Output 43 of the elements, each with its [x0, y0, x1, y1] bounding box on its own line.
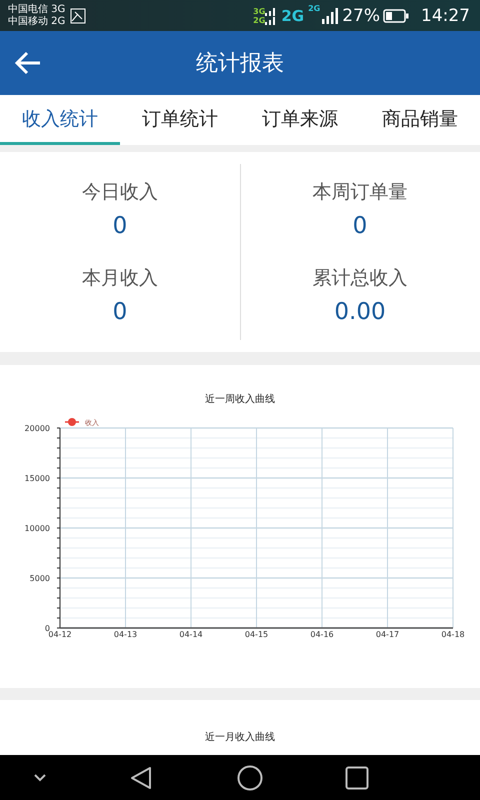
- y-tick-label: 0: [44, 624, 50, 633]
- network-label: 3G: [253, 6, 266, 16]
- x-tick-label: 04-14: [179, 630, 203, 639]
- stat-value: 0.00: [334, 299, 386, 325]
- tab[interactable]: 订单统计: [120, 95, 240, 145]
- network-label: 2G: [281, 6, 304, 24]
- tab[interactable]: 商品销量: [360, 95, 480, 145]
- x-tick-label: 04-18: [441, 630, 465, 639]
- y-tick-label: 20000: [24, 424, 50, 433]
- back-icon[interactable]: [130, 766, 152, 790]
- recent-apps-icon[interactable]: [345, 766, 369, 790]
- y-tick-label: 10000: [24, 524, 50, 533]
- tab[interactable]: 订单来源: [240, 95, 360, 145]
- x-tick-label: 04-13: [114, 630, 138, 639]
- carrier-label: 中国电信 3G: [8, 4, 66, 16]
- stat-label: 今日收入: [82, 180, 158, 205]
- stat-value: 0: [112, 213, 128, 239]
- stat-value: 0: [112, 299, 128, 325]
- stat-label: 本月收入: [82, 266, 158, 291]
- signal-icon: [322, 8, 338, 24]
- x-tick-label: 04-12: [48, 630, 72, 639]
- chart-title: 近一月收入曲线: [205, 730, 275, 745]
- battery-percentage: 27%: [342, 6, 380, 26]
- network-label: 2G: [253, 16, 266, 24]
- battery-icon: [383, 8, 409, 22]
- network-label: 2G: [308, 4, 320, 13]
- y-tick-label: 5000: [30, 574, 50, 583]
- clock: 14:27: [421, 6, 470, 26]
- x-tick-label: 04-17: [376, 630, 400, 639]
- home-icon[interactable]: [237, 764, 263, 790]
- chart-title: 近一周收入曲线: [205, 392, 275, 406]
- image-icon: [70, 8, 86, 24]
- stat-label: 累计总收入: [312, 266, 408, 291]
- signal-icon: [265, 6, 278, 24]
- x-tick-label: 04-16: [310, 630, 334, 639]
- x-tick-label: 04-15: [244, 630, 268, 639]
- y-tick-label: 15000: [24, 474, 50, 483]
- tab[interactable]: 收入统计: [0, 95, 120, 145]
- carrier-label: 中国移动 2G: [8, 16, 66, 28]
- chevron-down-icon[interactable]: [34, 774, 46, 782]
- stat-label: 本周订单量: [312, 180, 408, 205]
- stat-value: 0: [352, 213, 368, 239]
- page-title: 统计报表: [195, 50, 285, 78]
